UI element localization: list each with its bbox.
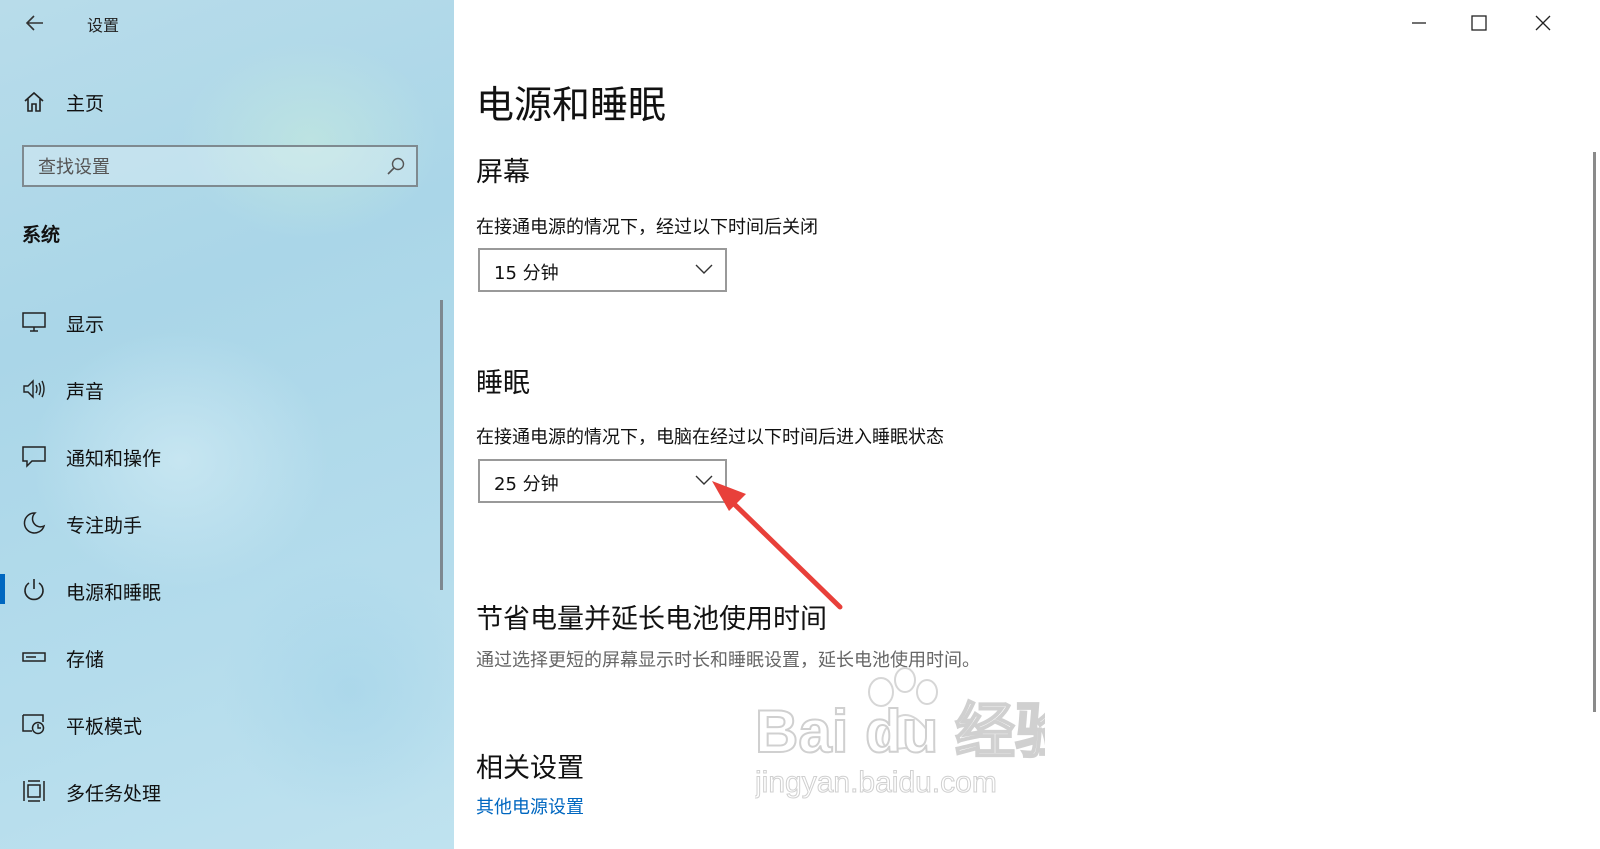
additional-power-settings-link[interactable]: 其他电源设置 (476, 793, 584, 819)
sidebar-item-label: 显示 (66, 314, 105, 336)
moon-icon (23, 512, 46, 534)
minimize-icon[interactable] (1406, 10, 1432, 36)
notification-icon (22, 446, 46, 468)
active-indicator (0, 574, 5, 604)
sidebar-item-sound[interactable]: 声音 (0, 355, 454, 422)
search-input[interactable] (24, 147, 380, 187)
home-nav-item[interactable]: 主页 (22, 86, 104, 118)
screen-timeout-value: 15 分钟 (494, 263, 559, 284)
search-icon[interactable] (386, 156, 406, 176)
sleep-description: 在接通电源的情况下，电脑在经过以下时间后进入睡眠状态 (476, 427, 944, 448)
multitasking-icon (23, 780, 45, 802)
baidu-watermark: Bai du 经验 jingyan.baidu.com (755, 667, 1045, 800)
search-box[interactable] (22, 145, 418, 187)
close-icon[interactable] (1530, 10, 1556, 36)
sidebar-item-label: 通知和操作 (66, 448, 162, 470)
speaker-icon (23, 379, 45, 399)
maximize-icon[interactable] (1466, 10, 1492, 36)
sleep-timeout-dropdown[interactable]: 25 分钟 (478, 459, 727, 503)
screen-description: 在接通电源的情况下，经过以下时间后关闭 (476, 217, 818, 238)
sidebar-item-tablet-mode[interactable]: 平板模式 (0, 690, 454, 757)
section-title: 系统 (22, 224, 61, 246)
monitor-icon (22, 312, 46, 332)
sidebar-item-storage[interactable]: 存储 (0, 623, 454, 690)
acrylic-highlight (180, 40, 440, 240)
sleep-timeout-value: 25 分钟 (494, 474, 559, 495)
battery-heading: 节省电量并延长电池使用时间 (476, 604, 827, 635)
sleep-heading: 睡眠 (476, 368, 530, 399)
related-settings-heading: 相关设置 (476, 753, 584, 784)
power-icon (24, 579, 44, 601)
back-button[interactable] (20, 8, 50, 38)
sidebar-item-label: 电源和睡眠 (66, 582, 162, 604)
sidebar-item-notifications[interactable]: 通知和操作 (0, 422, 454, 489)
sidebar-item-focus-assist[interactable]: 专注助手 (0, 489, 454, 556)
home-icon (24, 91, 44, 112)
tablet-mode-icon (22, 714, 45, 735)
sidebar-item-display[interactable]: 显示 (0, 288, 454, 355)
page-title: 电源和睡眠 (476, 83, 667, 127)
app-title: 设置 (87, 16, 120, 35)
main-scrollbar[interactable] (1593, 152, 1596, 712)
sidebar-nav: 显示 声音 通知和操作 专注助手 电源和睡眠 存储 平板模式 多任务处理 (0, 288, 454, 824)
screen-timeout-dropdown[interactable]: 15 分钟 (478, 248, 727, 292)
sidebar-item-multitasking[interactable]: 多任务处理 (0, 757, 454, 824)
chevron-down-icon (695, 264, 713, 274)
back-arrow-icon (25, 15, 43, 31)
sidebar-item-label: 声音 (66, 381, 105, 403)
screen-heading: 屏幕 (476, 157, 530, 188)
sidebar: 设置 主页 系统 显示 声音 (0, 0, 454, 849)
sidebar-item-power-sleep[interactable]: 电源和睡眠 (0, 556, 454, 623)
home-label: 主页 (66, 92, 105, 115)
sidebar-item-label: 多任务处理 (66, 783, 162, 805)
sidebar-item-label: 平板模式 (66, 716, 143, 738)
sidebar-item-label: 专注助手 (66, 515, 143, 537)
sidebar-item-label: 存储 (66, 649, 105, 671)
watermark-brand: Bai du 经验 (755, 698, 1045, 765)
watermark-url: jingyan.baidu.com (755, 766, 997, 799)
storage-icon (22, 652, 46, 662)
sidebar-scrollbar[interactable] (440, 300, 443, 590)
chevron-down-icon (695, 475, 713, 485)
